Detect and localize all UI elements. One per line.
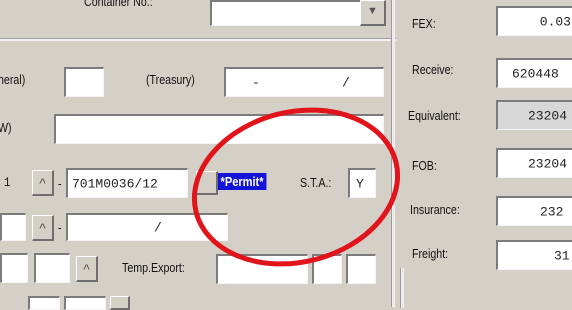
row5-field-d[interactable] xyxy=(346,254,376,284)
permit-number-value: 701M0036/12 xyxy=(72,176,158,191)
container-no-field[interactable] xyxy=(210,0,385,26)
sta-field[interactable]: Y xyxy=(348,168,376,198)
receive-field[interactable]: 620448 xyxy=(496,58,572,88)
fex-label: FEX: xyxy=(412,16,436,31)
row4-main-field[interactable]: / xyxy=(66,213,228,241)
bottom-field-b[interactable] xyxy=(64,296,106,310)
sta-value: Y xyxy=(356,176,364,191)
insurance-value: 232 xyxy=(540,204,564,219)
row4-up-button[interactable]: ^ xyxy=(32,215,54,241)
equivalent-value: 23204 xyxy=(528,108,568,123)
treasury-label: (Treasury) xyxy=(146,72,195,87)
fex-field[interactable]: 0.03 xyxy=(496,6,572,36)
panel-divider xyxy=(391,0,395,307)
insurance-label: Insurance: xyxy=(410,202,460,217)
container-dropdown-button[interactable]: ▼ xyxy=(360,0,386,26)
treasury-slash: / xyxy=(342,75,350,90)
freight-field[interactable]: 31 xyxy=(496,240,572,270)
general-label: neral) xyxy=(0,72,26,87)
permit-number-field[interactable]: 701M0036/12 xyxy=(66,168,188,198)
freight-label: Freight: xyxy=(412,246,449,261)
fex-value: 0.03 xyxy=(539,14,571,29)
bottom-button[interactable] xyxy=(110,296,130,310)
chevron-down-icon: ▼ xyxy=(367,5,378,17)
row4-left-field[interactable] xyxy=(0,213,26,241)
sta-label: S.T.A.: xyxy=(300,175,332,190)
up-arrow-icon: ^ xyxy=(39,175,46,191)
equivalent-field: 23204 xyxy=(496,100,572,130)
w-field[interactable] xyxy=(54,114,384,144)
row5-field-a[interactable] xyxy=(0,253,28,283)
up-arrow-icon: ^ xyxy=(83,261,90,277)
treasury-field[interactable]: - / xyxy=(224,67,384,97)
receive-label: Receive: xyxy=(412,62,454,77)
up-arrow-icon: ^ xyxy=(39,220,46,236)
bottom-field-a[interactable] xyxy=(28,296,60,310)
fob-label: FOB: xyxy=(412,158,437,173)
row3-left-value: 1 xyxy=(4,175,11,190)
equivalent-label: Equivalent: xyxy=(408,108,461,123)
container-no-label: Container No.: xyxy=(84,0,153,9)
temp-export-field[interactable] xyxy=(216,254,308,284)
fob-field[interactable]: 23204 xyxy=(496,148,572,178)
receive-value: 620448 xyxy=(512,66,559,81)
row3-up-button[interactable]: ^ xyxy=(32,170,54,196)
fob-value: 23204 xyxy=(528,156,568,171)
row5-up-button[interactable]: ^ xyxy=(76,256,98,282)
row4-slash: / xyxy=(154,220,162,235)
insurance-field[interactable]: 232 xyxy=(496,196,572,226)
freight-value: 31 xyxy=(554,248,570,263)
row5-field-b[interactable] xyxy=(34,253,70,283)
temp-export-label: Temp.Export: xyxy=(122,260,185,275)
row4-dash: - xyxy=(58,220,62,235)
general-field[interactable] xyxy=(64,67,104,97)
row5-field-c[interactable] xyxy=(312,254,342,284)
row3-dash: - xyxy=(58,176,62,191)
bottom-left-divider xyxy=(400,268,404,308)
permit-checkbox[interactable] xyxy=(196,171,218,195)
treasury-dash: - xyxy=(252,75,260,90)
w-label: W) xyxy=(0,120,12,135)
permit-label[interactable]: *Permit* xyxy=(218,173,267,190)
top-divider xyxy=(0,38,396,41)
